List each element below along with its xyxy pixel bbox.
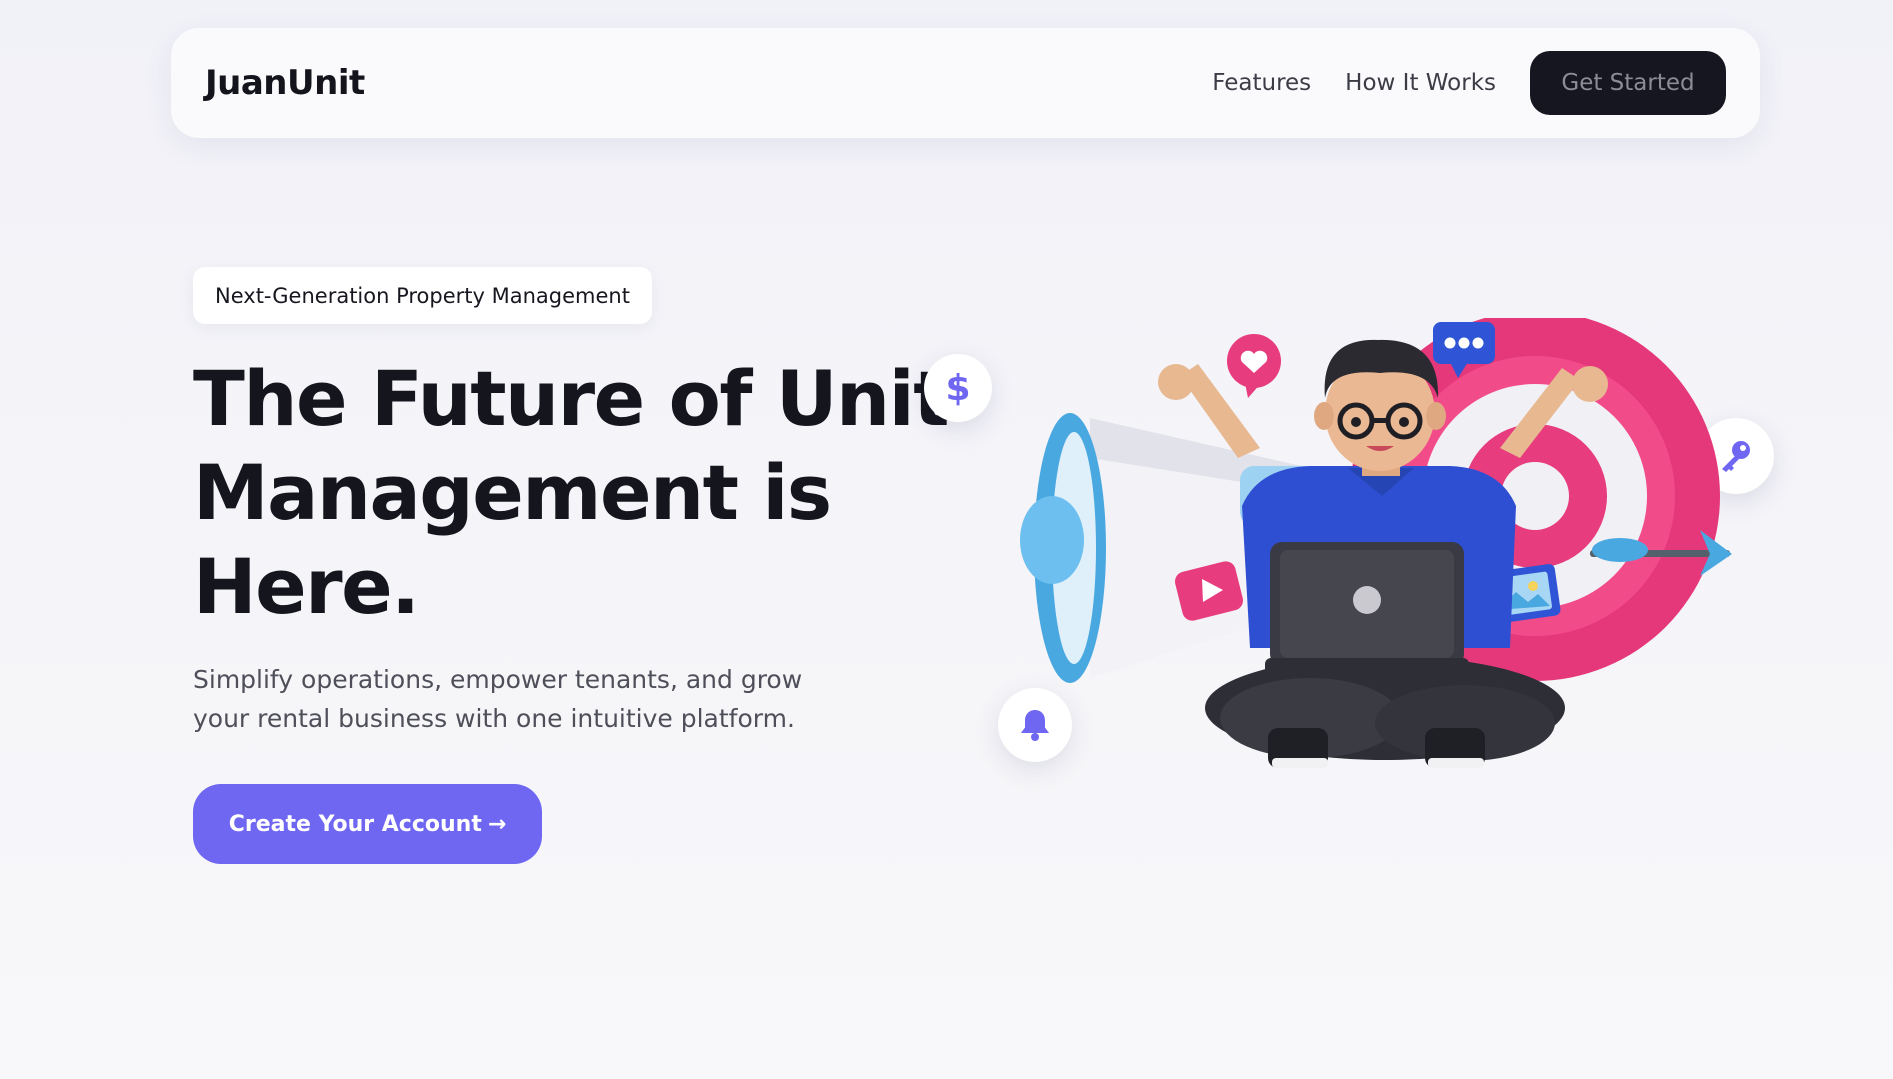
- dollar-icon: $: [924, 354, 992, 422]
- get-started-button[interactable]: Get Started: [1530, 51, 1726, 115]
- dollar-icon-glyph: $: [945, 367, 971, 409]
- hero-subtitle: Simplify operations, empower tenants, an…: [193, 665, 803, 733]
- create-account-button[interactable]: Create Your Account →: [193, 784, 542, 864]
- hero-title: The Future of Unit Management is Here.: [193, 354, 950, 631]
- nav-link-how-it-works[interactable]: How It Works: [1345, 70, 1496, 96]
- nav-links: Features How It Works Get Started: [1212, 51, 1726, 115]
- arrow-right-icon: →: [487, 811, 507, 837]
- create-account-label: Create Your Account: [228, 811, 482, 837]
- hero-badge: Next-Generation Property Management: [193, 267, 652, 324]
- nav-link-features[interactable]: Features: [1212, 70, 1311, 96]
- heart-bubble-icon: [1227, 334, 1281, 398]
- navbar: JuanUnit Features How It Works Get Start…: [171, 28, 1760, 138]
- brand-logo[interactable]: JuanUnit: [205, 63, 365, 103]
- hero-illustration: [1020, 318, 1732, 768]
